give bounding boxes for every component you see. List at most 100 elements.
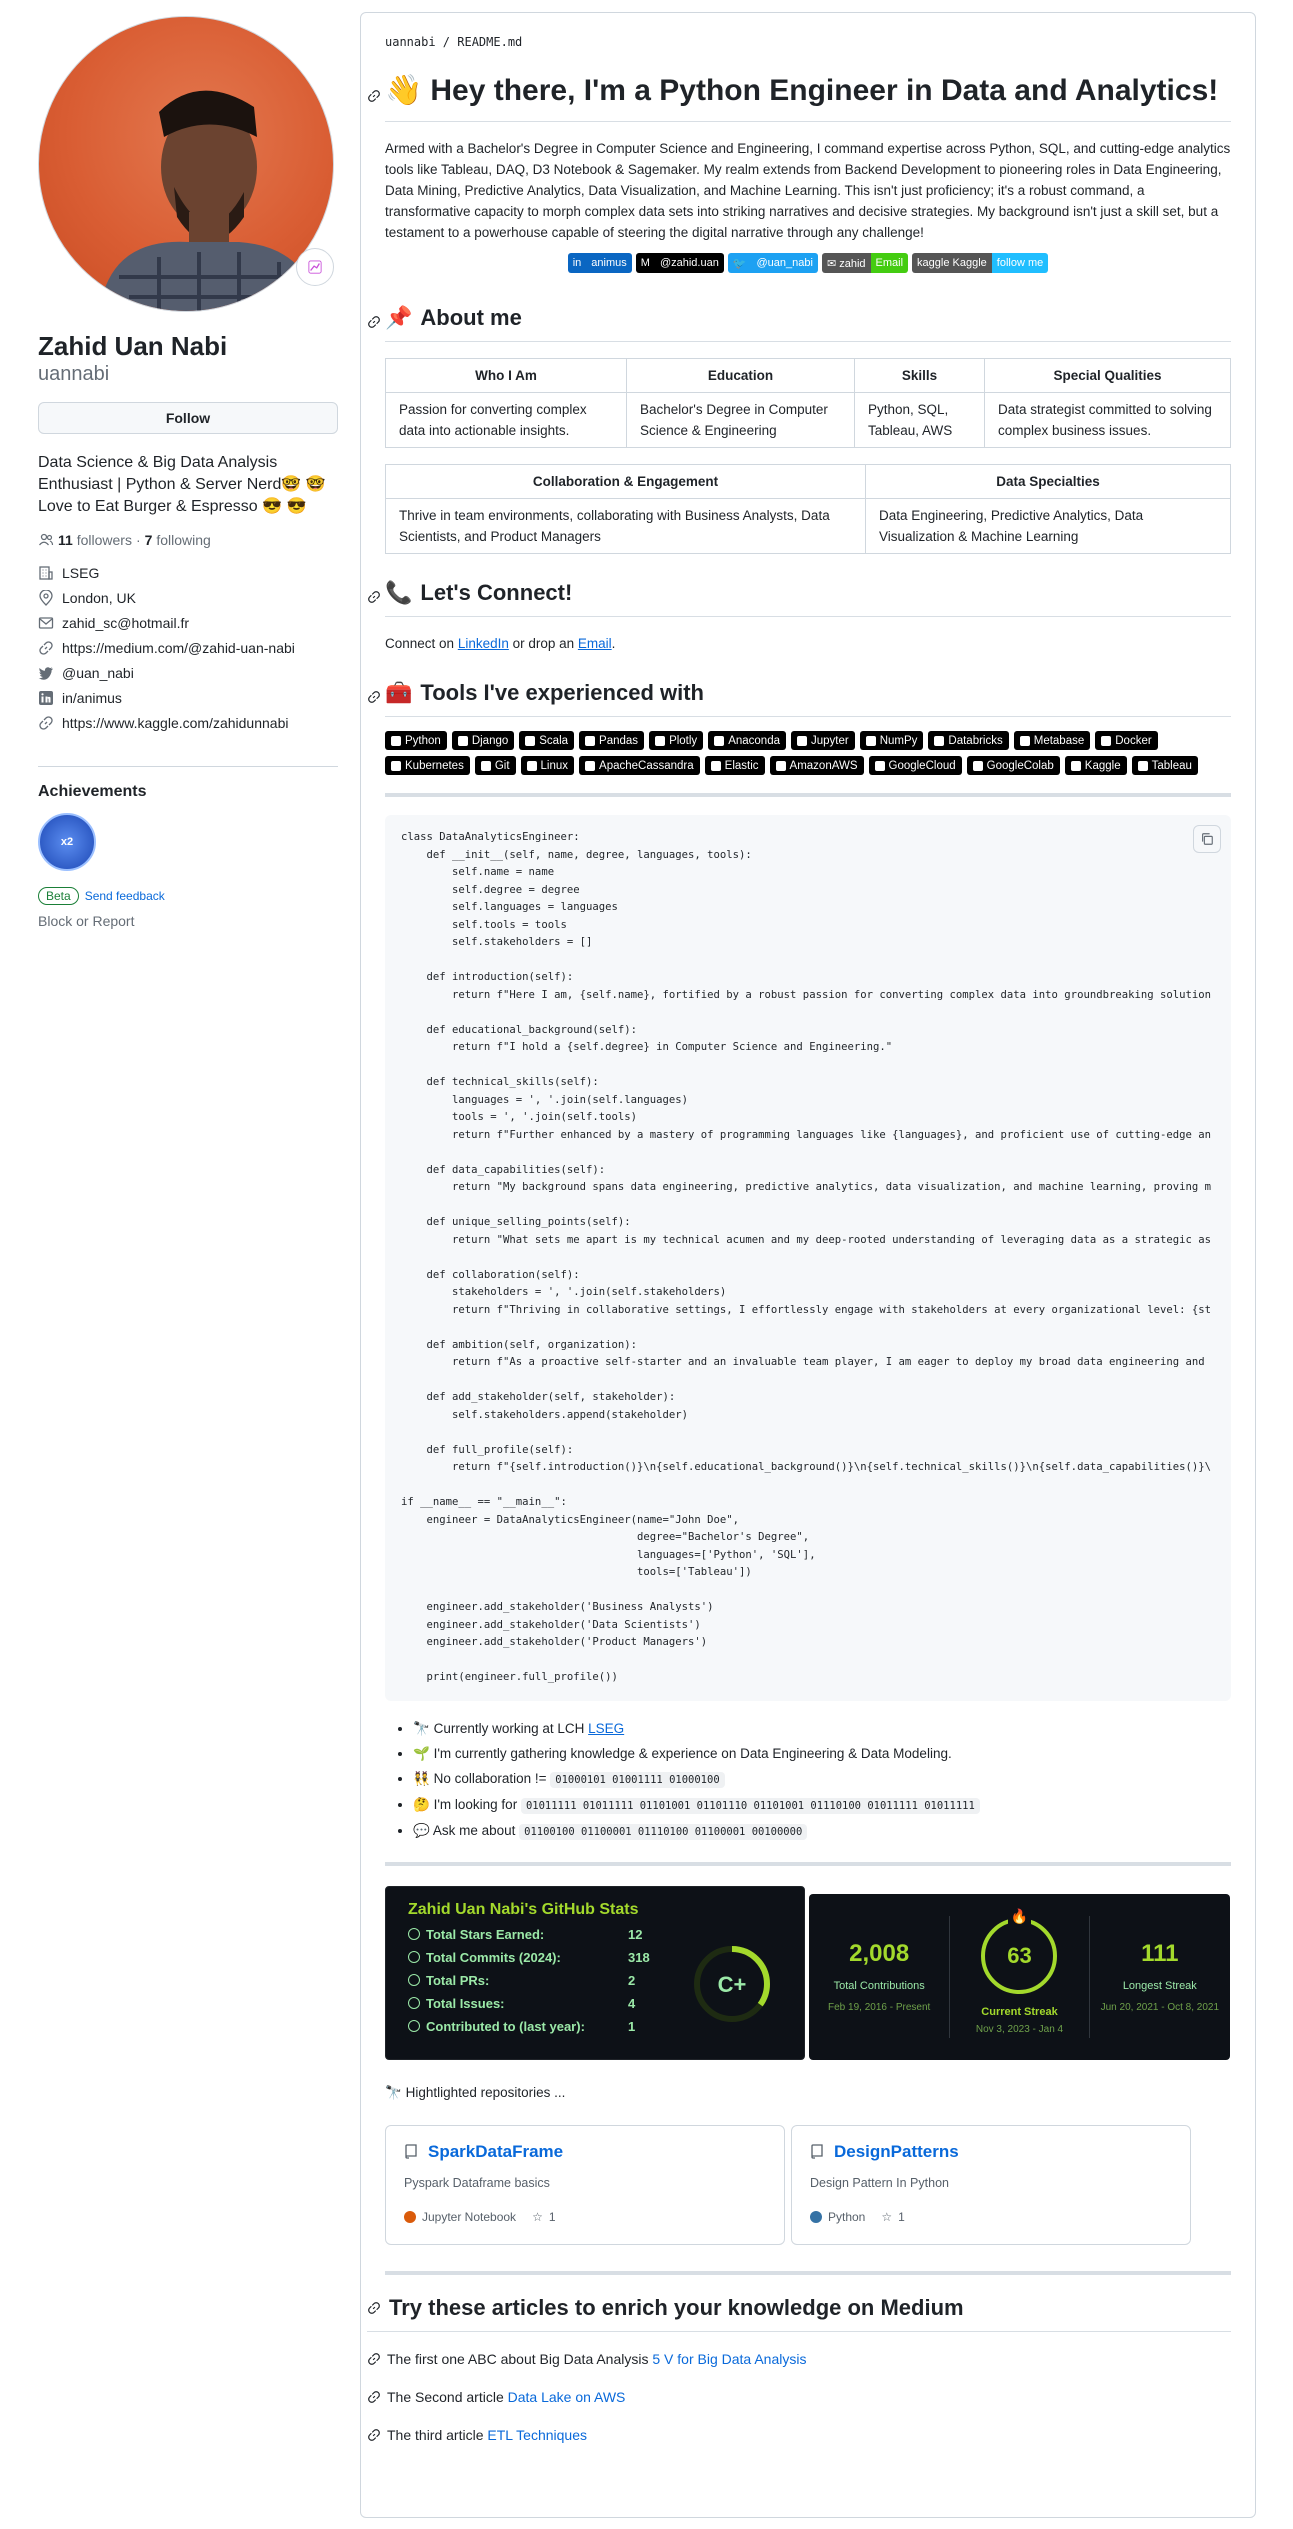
connect-end: .	[611, 636, 616, 651]
tool-badge: AmazonAWS	[769, 756, 864, 775]
bullet-link[interactable]: LSEG	[588, 1721, 624, 1736]
tools-badges: Python Django Scala Pandas Plotly Anaconda Jup…	[385, 731, 1231, 775]
stats-title: Zahid Uan Nabi's GitHub Stats	[408, 1900, 639, 1918]
current-streak-number: 63	[1007, 1943, 1032, 1968]
copy-button[interactable]	[1193, 825, 1221, 853]
article-link[interactable]: Data Lake on AWS	[508, 2389, 626, 2405]
anchor-link-icon[interactable]	[367, 2390, 381, 2404]
email-link[interactable]: zahid_sc@hotmail.fr	[62, 614, 189, 632]
vcard-details: LSEG London, UK zahid_sc@hotmail.fr http…	[38, 564, 338, 732]
pinned-repos: SparkDataFrame Pyspark Dataframe basics Ju…	[385, 2124, 1231, 2245]
twitter-link[interactable]: @uan_nabi	[62, 664, 134, 682]
organization-icon	[39, 566, 53, 580]
tool-label: Linux	[540, 759, 569, 772]
list-item: 🤔 I'm looking for 01011111 01011111 0110…	[413, 1793, 1231, 1818]
block-report-link[interactable]: Block or Report	[38, 913, 338, 929]
tool-logo-icon	[525, 735, 536, 746]
tool-label: Anaconda	[728, 734, 780, 747]
tool-badge: Kaggle	[1064, 756, 1127, 775]
tool-label: AmazonAWS	[789, 759, 858, 772]
repo-language: Jupyter Notebook	[422, 2209, 517, 2224]
shield-right: follow me	[991, 253, 1049, 273]
tool-logo-icon	[1019, 735, 1030, 746]
table-header: Special Qualities	[984, 358, 1231, 393]
tool-logo-icon	[1070, 760, 1081, 771]
tool-label: Databricks	[948, 734, 1003, 747]
divider	[385, 2270, 1231, 2275]
tool-logo-icon	[874, 760, 885, 771]
email-text-link[interactable]: Email	[578, 636, 612, 651]
wave-emoji: 👋	[385, 74, 423, 107]
stat-icon	[408, 1997, 420, 2009]
social-shield[interactable]: M @zahid.uan	[635, 253, 724, 273]
vcard-linkedin[interactable]: in/animus	[38, 689, 338, 707]
repo-name-link[interactable]: SparkDataFrame	[428, 2142, 563, 2162]
social-shield[interactable]: ✉ zahid Email	[821, 253, 909, 273]
avatar-photo	[99, 90, 319, 311]
tool-label: Kubernetes	[405, 759, 464, 772]
shield-right: @uan_nabi	[751, 253, 818, 273]
following-link[interactable]: 7 following	[145, 532, 211, 548]
tool-logo-icon	[775, 760, 786, 771]
tool-badge: Kubernetes	[385, 756, 470, 775]
vcard-kaggle[interactable]: https://www.kaggle.com/zahidunnabi	[38, 714, 338, 732]
tool-logo-icon	[585, 760, 596, 771]
shield-left: M	[635, 253, 655, 273]
vcard-company: LSEG	[38, 564, 338, 582]
social-shield[interactable]: kaggle Kaggle follow me	[912, 253, 1049, 273]
beta-feedback: Beta Send feedback	[38, 887, 338, 905]
longest-streak-label: Longest Streak	[1122, 1980, 1197, 1992]
vcard-website[interactable]: https://medium.com/@zahid-uan-nabi	[38, 639, 338, 657]
followers-link[interactable]: 11 followers	[58, 532, 132, 548]
repo-card[interactable]: SparkDataFrame Pyspark Dataframe basics Ju…	[385, 2124, 785, 2245]
tool-label: Python	[405, 734, 441, 747]
about-heading: 📌 About me	[368, 303, 1231, 342]
status-bullets: 🔭 Currently working at LCH LSEG🌱 I'm cur…	[385, 1717, 1231, 1844]
code-text: class DataAnalyticsEngineer: def __init_…	[401, 831, 1212, 1683]
article-link[interactable]: 5 V for Big Data Analysis	[652, 2351, 806, 2367]
repo-stars: 1	[898, 2209, 905, 2224]
social-shield[interactable]: in animus	[567, 253, 632, 273]
linkedin-link[interactable]: in/animus	[62, 689, 122, 707]
grade-ring: C+	[694, 1945, 770, 2022]
article-link[interactable]: ETL Techniques	[487, 2427, 587, 2443]
linkedin-text-link[interactable]: LinkedIn	[458, 636, 509, 651]
readme-title: 👋 Hey there, I'm a Python Engineer in Da…	[368, 71, 1231, 122]
tool-badge: Scala	[519, 731, 575, 750]
kaggle-link[interactable]: https://www.kaggle.com/zahidunnabi	[62, 714, 288, 732]
anchor-link-icon[interactable]	[367, 89, 381, 103]
anchor-link-icon[interactable]	[367, 315, 381, 329]
articles-heading: Try these articles to enrich your knowle…	[367, 2293, 1231, 2332]
social-shield[interactable]: 🐦 @uan_nabi	[727, 253, 818, 273]
achievement-badge[interactable]: x2	[38, 813, 96, 871]
readme-breadcrumb[interactable]: uannabi / README.md	[385, 35, 1231, 49]
articles-list: The first one ABC about Big Data Analysi…	[367, 2348, 1231, 2446]
avatar[interactable]	[38, 16, 334, 312]
anchor-link-icon[interactable]	[367, 590, 381, 604]
follow-button[interactable]: Follow	[38, 402, 338, 434]
anchor-link-icon[interactable]	[367, 690, 381, 704]
set-status-button[interactable]	[296, 248, 334, 286]
vcard-twitter[interactable]: @uan_nabi	[38, 664, 338, 682]
stat-label-wrap: Total Commits (2024):	[408, 1950, 628, 1965]
longest-streak-number: 111	[1141, 1940, 1179, 1967]
repo-name-link[interactable]: DesignPatterns	[834, 2142, 959, 2162]
star-icon[interactable]: ☆	[532, 2210, 543, 2224]
repo-description: Pyspark Dataframe basics	[404, 2175, 550, 2190]
followers-count: 11	[58, 532, 73, 548]
articles-title: Try these articles to enrich your knowle…	[389, 2294, 964, 2320]
star-icon[interactable]: ☆	[881, 2210, 892, 2224]
stat-label-wrap: Total Stars Earned:	[408, 1927, 628, 1942]
website-link[interactable]: https://medium.com/@zahid-uan-nabi	[62, 639, 295, 657]
tool-badge: Docker	[1095, 731, 1158, 750]
send-feedback-link[interactable]: Send feedback	[85, 889, 165, 903]
anchor-link-icon[interactable]	[367, 2301, 381, 2315]
article-item: The third article ETL Techniques	[367, 2424, 1231, 2446]
tool-logo-icon	[391, 760, 401, 771]
anchor-link-icon[interactable]	[367, 2428, 381, 2442]
vcard-email[interactable]: zahid_sc@hotmail.fr	[38, 614, 338, 632]
about-title: About me	[420, 305, 522, 330]
repo-card[interactable]: DesignPatterns Design Pattern In Python Py…	[791, 2124, 1191, 2245]
anchor-link-icon[interactable]	[367, 2352, 381, 2366]
link-icon	[39, 716, 53, 730]
